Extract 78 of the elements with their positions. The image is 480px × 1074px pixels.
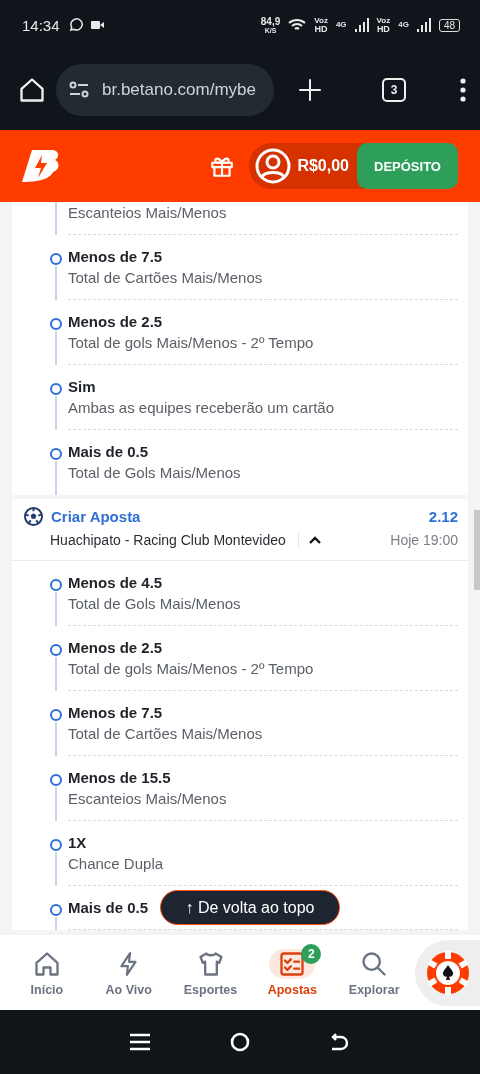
- market-name: Total de gols Mais/Menos - 2º Tempo: [68, 333, 314, 353]
- market-name: Total de Gols Mais/Menos: [68, 463, 241, 483]
- selection-title: Menos de 7.5: [68, 703, 163, 723]
- nav-label: Início: [30, 982, 64, 997]
- leg-marker-icon: [50, 579, 62, 591]
- selection-title: Menos de 15.5: [68, 768, 171, 788]
- chat-icon: [67, 17, 83, 33]
- menu-icon[interactable]: [460, 78, 466, 102]
- market-name: Escanteios Mais/Menos: [68, 789, 227, 809]
- match-name: Huachipato - Racing Club Montevideo: [50, 532, 299, 548]
- home-icon: [32, 949, 61, 978]
- leg-marker-icon: [50, 644, 62, 656]
- nav-tab[interactable]: Esportes: [169, 947, 252, 998]
- market-name: Total de Cartões Mais/Menos: [68, 724, 263, 744]
- market-name: Chance Dupla: [68, 854, 164, 874]
- voice-hd-label: Voz HD: [314, 16, 328, 34]
- signal-icon: [354, 18, 369, 32]
- clock: 14:34: [22, 16, 60, 34]
- search-icon: [360, 949, 389, 978]
- poker-chip-icon[interactable]: [424, 949, 471, 996]
- selection-title: 1X: [68, 833, 87, 853]
- caret-icon: [308, 536, 321, 544]
- checklist-icon: [278, 949, 307, 978]
- selection-title: Mais de 0.5: [68, 442, 149, 462]
- match-time: Hoje 19:00: [390, 532, 458, 548]
- user-icon: [255, 148, 292, 184]
- settings-icon: [68, 80, 90, 100]
- market-name: Total de gols Mais/Menos - 2º Tempo: [68, 659, 314, 679]
- address-bar[interactable]: br.betano.com/mybe: [56, 64, 274, 116]
- home-icon[interactable]: [18, 76, 46, 104]
- nav-label: Apostas: [267, 982, 317, 997]
- video-camera-icon: [90, 20, 104, 30]
- count-badge: 2: [301, 943, 322, 964]
- soccer-ball-icon: [24, 507, 43, 526]
- signal-icon: [416, 18, 431, 32]
- url-text: br.betano.com/mybe: [102, 80, 257, 100]
- back-icon[interactable]: [330, 1033, 350, 1051]
- leg-marker-icon: [50, 709, 62, 721]
- nav-tab[interactable]: Ao Vivo: [87, 947, 170, 998]
- market-name: Escanteios Mais/Menos: [68, 203, 227, 223]
- network-type: 4G: [335, 21, 347, 29]
- nav-label: Esportes: [183, 982, 238, 997]
- odds-value: 2.12: [428, 508, 458, 525]
- selection-title: Menos de 2.5: [68, 638, 163, 658]
- wifi-icon: [288, 18, 307, 32]
- selection-title: Menos de 7.5: [68, 247, 163, 267]
- plus-icon[interactable]: [298, 78, 322, 102]
- selection-title: Menos de 2.5: [68, 312, 163, 332]
- market-name: Total de Gols Mais/Menos: [68, 594, 241, 614]
- nav-label: Explorar: [348, 982, 400, 997]
- leg-marker-icon: [50, 904, 62, 916]
- bet-title: Criar Aposta: [51, 508, 142, 525]
- network-type: 4G: [398, 21, 409, 29]
- logo-icon[interactable]: [22, 149, 60, 183]
- shirt-icon: [196, 949, 225, 978]
- account-balance[interactable]: R$0,00 DEPÓSITO: [249, 143, 458, 189]
- market-name: Ambas as equipes receberão um cartão: [68, 398, 334, 418]
- nav-tab[interactable]: Início: [6, 947, 88, 998]
- scrollbar[interactable]: [474, 510, 480, 590]
- leg-marker-icon: [50, 774, 62, 786]
- market-name: Total de Cartões Mais/Menos: [68, 268, 263, 288]
- leg-marker-icon: [50, 383, 62, 395]
- selection-title: Sim: [68, 377, 96, 397]
- nav-tab[interactable]: Explorar: [333, 947, 416, 998]
- tab-count[interactable]: 3: [382, 78, 406, 102]
- voice-hd-label: Voz HD: [376, 16, 391, 34]
- leg-marker-icon: [50, 448, 62, 460]
- leg-marker-icon: [50, 253, 62, 265]
- home-button-icon[interactable]: [230, 1032, 250, 1052]
- menu-icon[interactable]: [130, 1033, 150, 1051]
- nav-label: Ao Vivo: [105, 982, 152, 997]
- leg-marker-icon: [50, 839, 62, 851]
- leg-marker-icon: [50, 318, 62, 330]
- selection-title: Mais de 0.5: [68, 898, 149, 918]
- battery-level: 48: [438, 18, 460, 32]
- selection-title: Menos de 4.5: [68, 573, 163, 593]
- deposit-button[interactable]: DEPÓSITO: [357, 143, 458, 189]
- back-to-top-button[interactable]: ↑ De volta ao topo: [160, 890, 340, 925]
